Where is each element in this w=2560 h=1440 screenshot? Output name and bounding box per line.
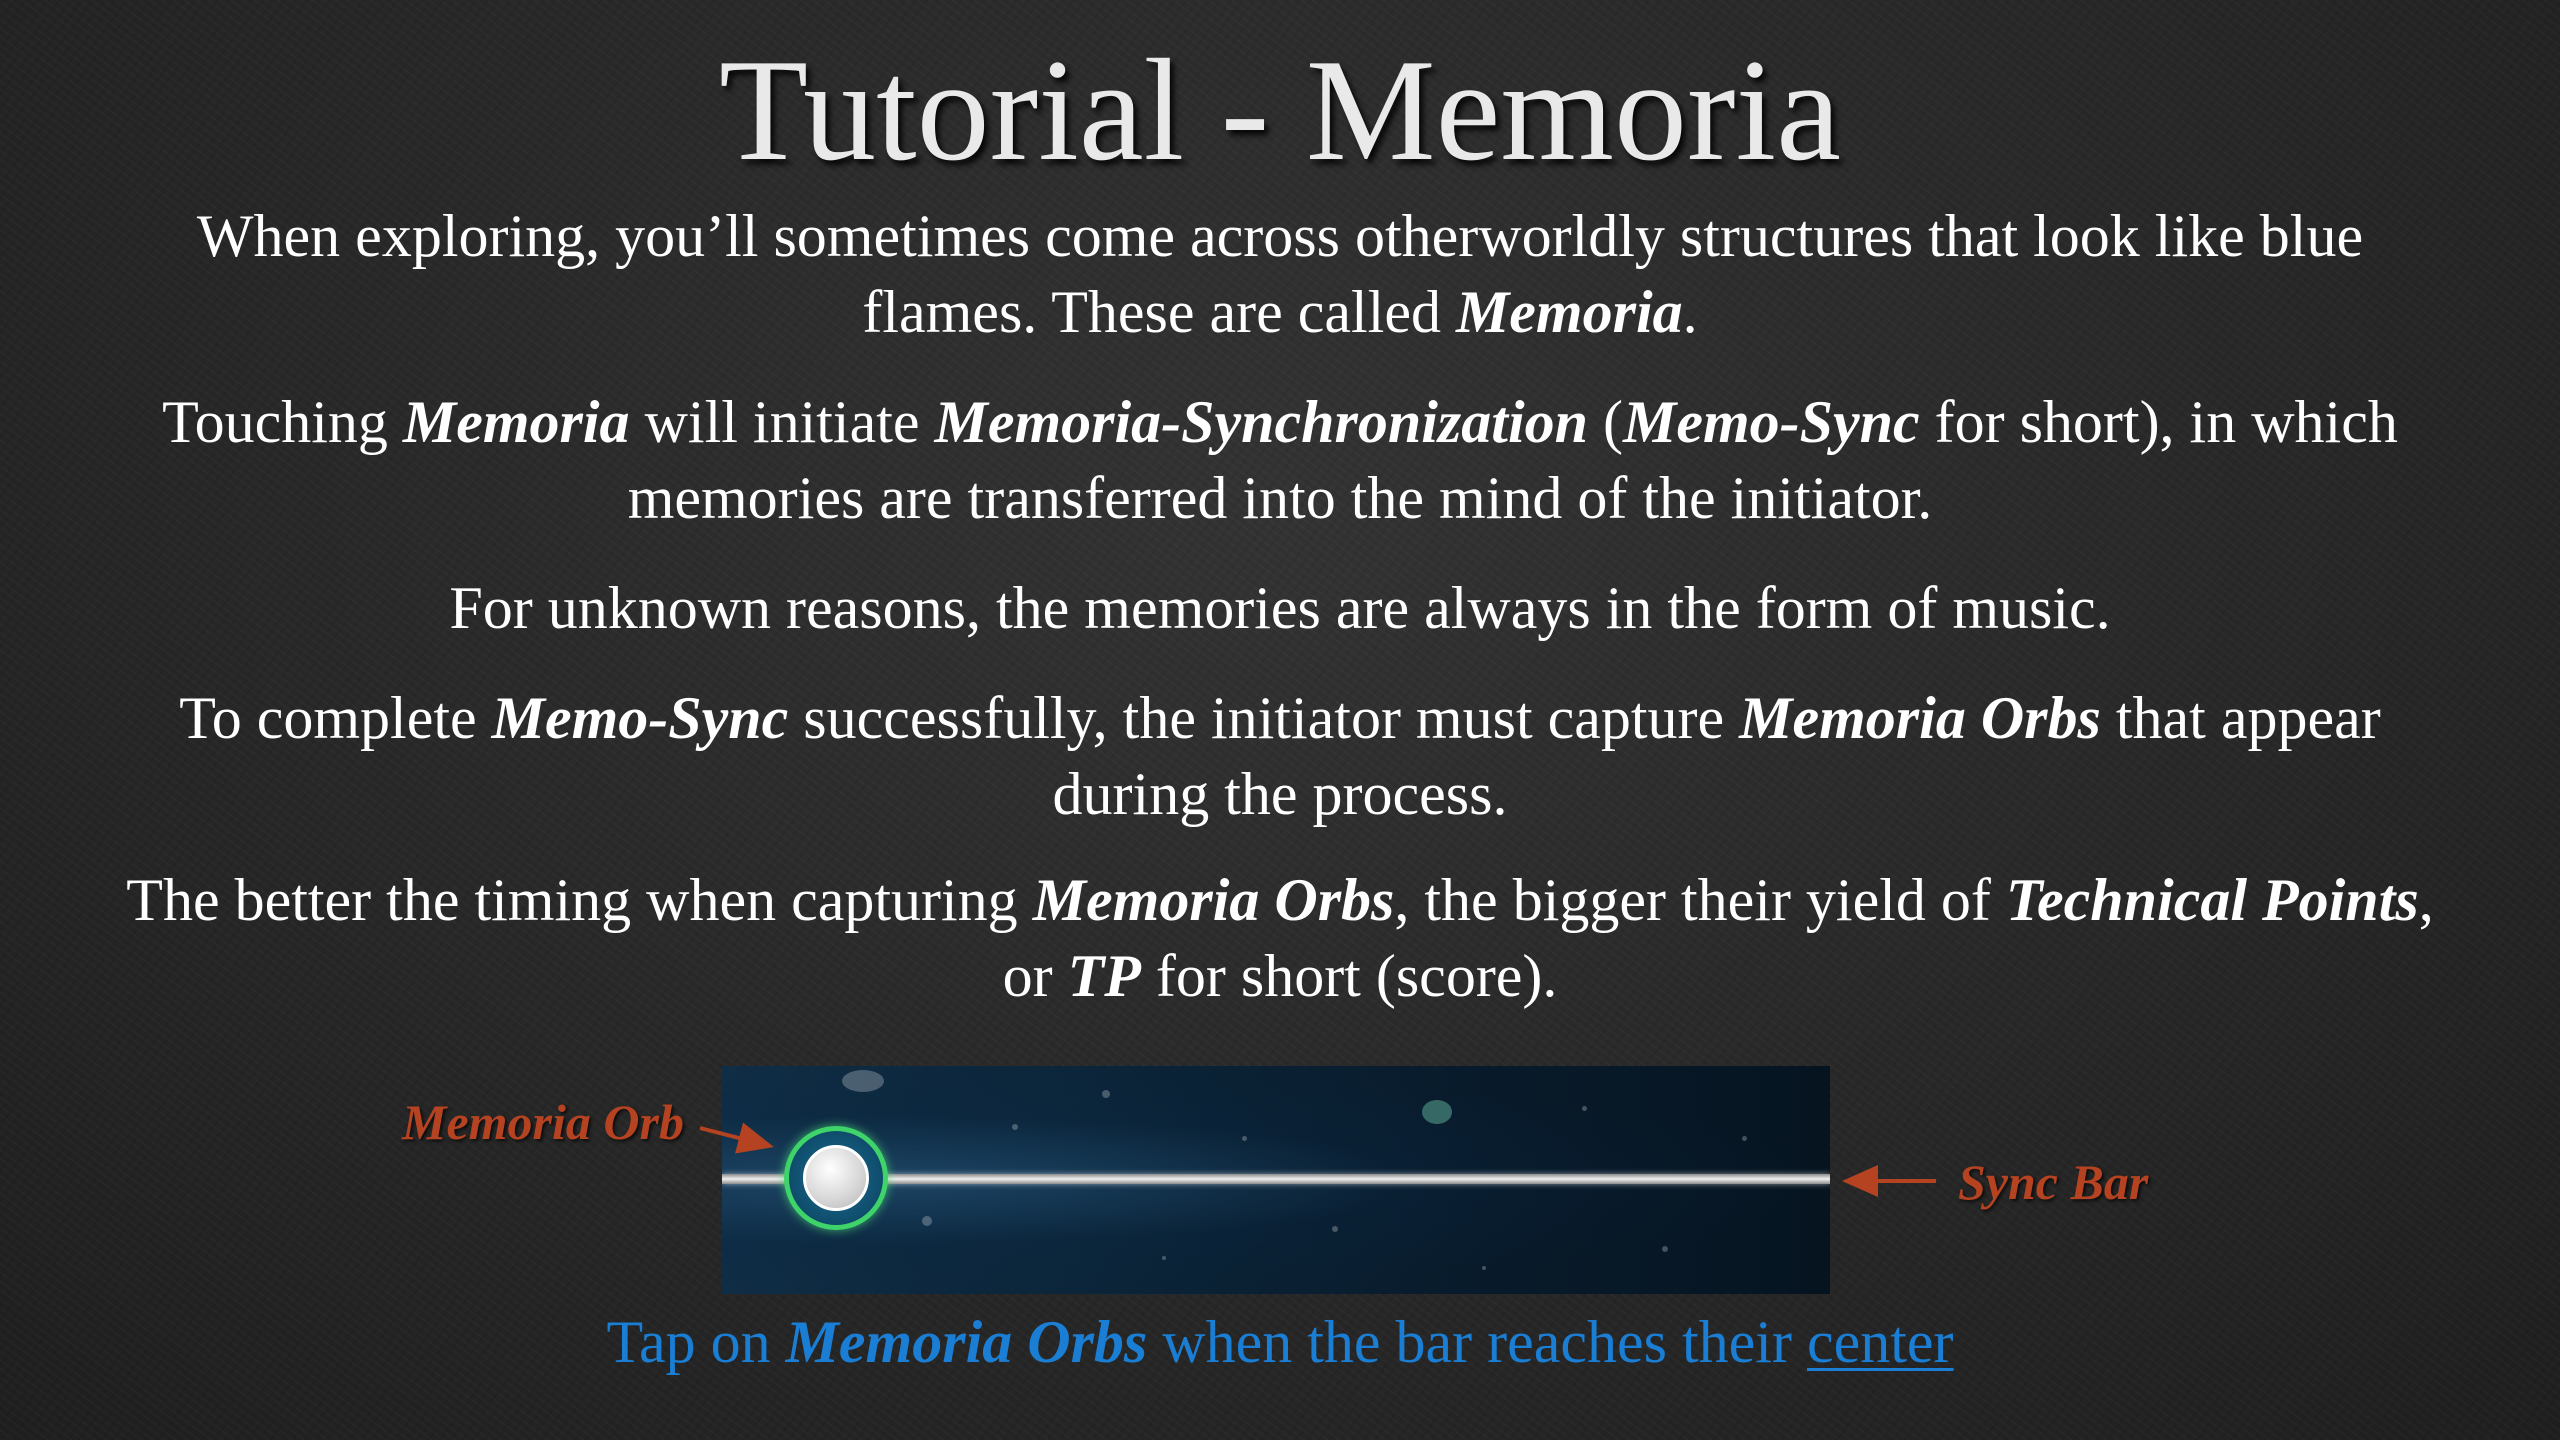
- emphasis-term: Memo-Sync: [1622, 389, 1920, 455]
- sync-bar: [722, 1174, 1830, 1184]
- paragraph-text: For unknown reasons, the memories are al…: [449, 575, 2111, 641]
- emphasis-term: Memoria: [1455, 279, 1683, 345]
- orb-center: [803, 1145, 869, 1211]
- emphasis-term: Memo-Sync: [491, 685, 789, 751]
- emphasis-term: Technical Points: [2005, 867, 2419, 933]
- paragraph-text: will initiate: [629, 389, 935, 455]
- paragraph-intro: When exploring, you’ll sometimes come ac…: [120, 198, 2440, 350]
- center-link[interactable]: center: [1807, 1309, 1954, 1375]
- paragraph-capture: To complete Memo-Sync successfully, the …: [120, 680, 2440, 832]
- star-particle: [1742, 1136, 1747, 1141]
- memoria-orb-icon: [784, 1126, 888, 1230]
- star-particle: [1102, 1090, 1110, 1098]
- paragraph-text: When exploring, you’ll sometimes come ac…: [196, 203, 2364, 345]
- gameplay-illustration: [722, 1066, 1830, 1294]
- star-particle: [1162, 1256, 1166, 1260]
- star-particle: [922, 1216, 932, 1226]
- emphasis-term: Memoria Orbs: [785, 1309, 1148, 1375]
- star-particle: [842, 1070, 884, 1092]
- tutorial-slide: Tutorial - Memoria When exploring, you’l…: [0, 0, 2560, 1440]
- tap-instruction: Tap on Memoria Orbs when the bar reaches…: [0, 1304, 2560, 1380]
- star-particle: [1582, 1106, 1587, 1111]
- paragraph-text: , the bigger their yield of: [1394, 867, 2006, 933]
- star-particle: [1332, 1226, 1338, 1232]
- sync-bar-label: Sync Bar: [1958, 1154, 2149, 1210]
- emphasis-term: TP: [1067, 943, 1141, 1009]
- paragraph-text: (: [1587, 389, 1623, 455]
- emphasis-term: Memoria-Synchronization: [934, 389, 1588, 455]
- paragraph-text: Touching: [162, 389, 403, 455]
- star-particle: [1422, 1100, 1452, 1124]
- paragraph-music: For unknown reasons, the memories are al…: [120, 570, 2440, 646]
- paragraph-text: for short (score).: [1140, 943, 1558, 1009]
- paragraph-text: To complete: [179, 685, 492, 751]
- star-particle: [1242, 1136, 1247, 1141]
- paragraph-text: successfully, the initiator must capture: [788, 685, 1740, 751]
- page-title: Tutorial - Memoria: [719, 29, 1841, 191]
- emphasis-term: Memoria: [402, 389, 630, 455]
- paragraph-memo-sync: Touching Memoria will initiate Memoria-S…: [120, 384, 2440, 536]
- star-particle: [1482, 1266, 1486, 1270]
- star-particle: [1012, 1124, 1018, 1130]
- paragraph-text: The better the timing when capturing: [126, 867, 1033, 933]
- star-particle: [1662, 1246, 1668, 1252]
- hint-text: when the bar reaches their: [1147, 1309, 1807, 1375]
- memoria-orb-label: Memoria Orb: [402, 1094, 684, 1150]
- emphasis-term: Memoria Orbs: [1739, 685, 2101, 751]
- paragraph-text: .: [1682, 279, 1698, 345]
- hint-text: Tap on: [606, 1309, 786, 1375]
- emphasis-term: Memoria Orbs: [1032, 867, 1395, 933]
- paragraph-scoring: The better the timing when capturing Mem…: [120, 862, 2440, 1014]
